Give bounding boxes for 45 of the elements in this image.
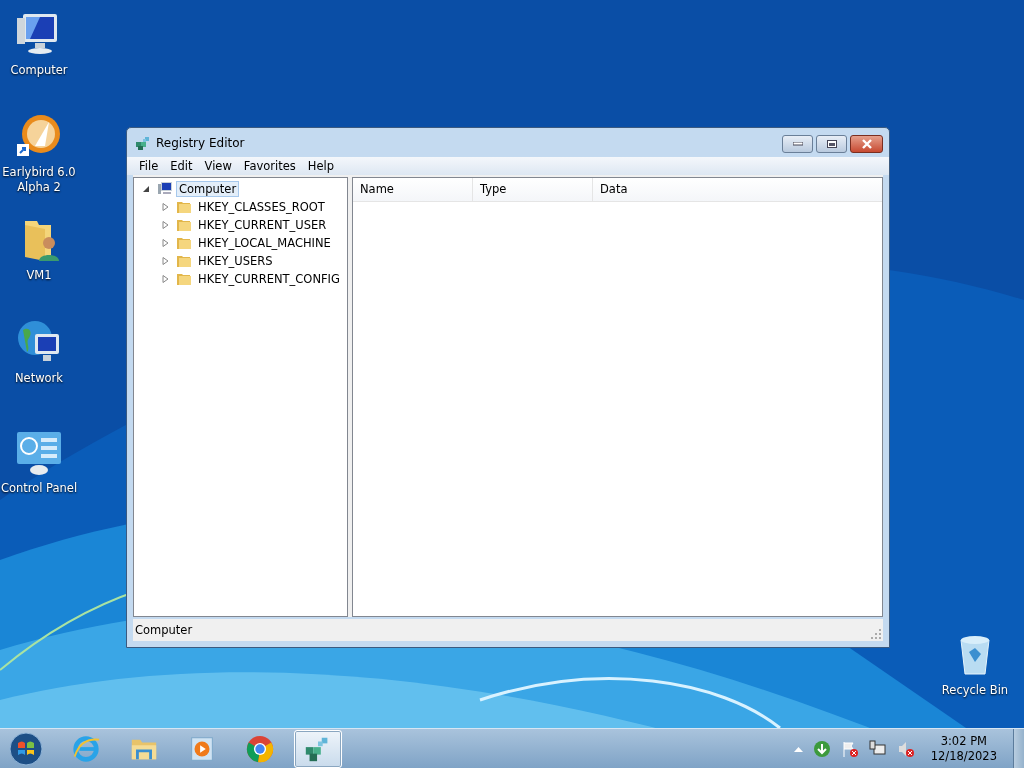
desktop-icon-label[interactable]: Recycle Bin: [935, 683, 1015, 698]
close-button[interactable]: [850, 135, 883, 153]
tree-item[interactable]: HKEY_CLASSES_ROOT: [195, 199, 328, 215]
folder-icon: [176, 253, 192, 269]
desktop-icon-label[interactable]: Earlybird 6.0 Alpha 2: [0, 165, 79, 195]
column-header[interactable]: Type: [473, 178, 593, 201]
clock-date: 12/18/2023: [930, 748, 997, 764]
computer-icon: [157, 181, 173, 197]
status-text: Computer: [135, 623, 193, 637]
column-header[interactable]: Data: [593, 178, 882, 201]
letter-e-icon: [71, 733, 101, 764]
maximize-icon: [826, 140, 837, 148]
folder-icon: [176, 271, 192, 287]
column-header[interactable]: Name: [353, 178, 473, 201]
window-title: Registry Editor: [156, 135, 245, 150]
network-monitor-icon[interactable]: [868, 739, 887, 758]
tree-item[interactable]: HKEY_CURRENT_CONFIG: [195, 271, 343, 287]
tree-item[interactable]: HKEY_CURRENT_USER: [195, 217, 330, 233]
flag-error-icon[interactable]: [840, 739, 859, 758]
taskbar-button[interactable]: [294, 729, 342, 768]
menu-item[interactable]: File: [133, 159, 165, 173]
tree-item[interactable]: HKEY_LOCAL_MACHINE: [195, 235, 334, 251]
tree-item[interactable]: HKEY_USERS: [195, 253, 276, 269]
folder-icon: [176, 235, 192, 251]
folder-icon: [176, 217, 192, 233]
menu-item[interactable]: Edit: [164, 159, 199, 173]
menu-item[interactable]: Favorites: [237, 159, 302, 173]
minimize-icon: [792, 142, 803, 146]
menu-item[interactable]: View: [198, 159, 238, 173]
menu-item[interactable]: Help: [301, 159, 340, 173]
tree-item[interactable]: Computer: [176, 181, 240, 197]
chrome-icon: [245, 733, 275, 764]
start-button[interactable]: [8, 730, 44, 767]
show-desktop-button[interactable]: [1013, 728, 1024, 768]
clock-time: 3:02 PM: [940, 733, 987, 749]
desktop-icon-label[interactable]: Computer: [0, 63, 79, 78]
folder-icon: [176, 199, 192, 215]
desktop-icon-label[interactable]: VM1: [0, 268, 79, 283]
resize-grip-icon[interactable]: [871, 629, 881, 639]
clock[interactable]: 3:02 PM 12/18/2023: [924, 733, 1003, 764]
maximize-button[interactable]: [816, 135, 847, 153]
desktop-icon-label[interactable]: Network: [0, 371, 79, 386]
desktop-icon-label[interactable]: Control Panel: [0, 481, 79, 496]
close-icon: [860, 139, 873, 149]
cubes-icon: [135, 134, 151, 151]
